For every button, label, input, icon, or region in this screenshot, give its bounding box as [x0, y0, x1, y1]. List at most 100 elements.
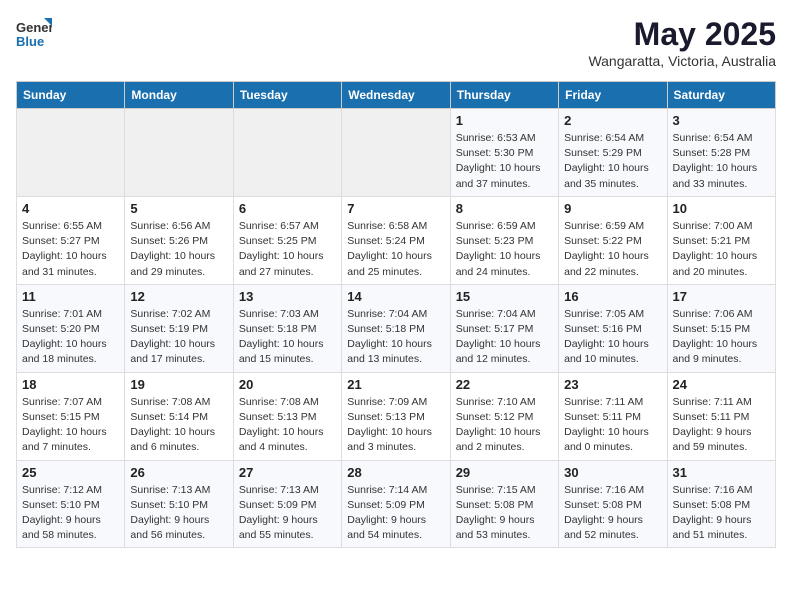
- day-info: Sunrise: 7:11 AM Sunset: 5:11 PM Dayligh…: [673, 395, 770, 456]
- weekday-header: Wednesday: [342, 82, 450, 109]
- day-number: 31: [673, 465, 770, 480]
- weekday-header: Monday: [125, 82, 233, 109]
- day-info: Sunrise: 6:59 AM Sunset: 5:23 PM Dayligh…: [456, 219, 553, 280]
- day-number: 12: [130, 289, 227, 304]
- calendar-cell: 29 Sunrise: 7:15 AM Sunset: 5:08 PM Dayli…: [450, 460, 558, 548]
- weekday-header: Saturday: [667, 82, 775, 109]
- header-row: SundayMondayTuesdayWednesdayThursdayFrid…: [17, 82, 776, 109]
- day-number: 24: [673, 377, 770, 392]
- calendar-cell: 3 Sunrise: 6:54 AM Sunset: 5:28 PM Daylig…: [667, 109, 775, 197]
- weekday-header: Friday: [559, 82, 667, 109]
- calendar-cell: 30 Sunrise: 7:16 AM Sunset: 5:08 PM Dayli…: [559, 460, 667, 548]
- day-info: Sunrise: 7:00 AM Sunset: 5:21 PM Dayligh…: [673, 219, 770, 280]
- day-info: Sunrise: 6:54 AM Sunset: 5:28 PM Dayligh…: [673, 131, 770, 192]
- calendar-cell: [233, 109, 341, 197]
- calendar-cell: 19Sunrise: 7:08 AM Sunset: 5:14 PM Dayli…: [125, 372, 233, 460]
- subtitle: Wangaratta, Victoria, Australia: [588, 53, 776, 69]
- day-info: Sunrise: 7:02 AM Sunset: 5:19 PM Dayligh…: [130, 307, 227, 368]
- calendar-cell: 13 Sunrise: 7:03 AM Sunset: 5:18 PM Dayli…: [233, 284, 341, 372]
- day-number: 30: [564, 465, 661, 480]
- calendar-cell: [17, 109, 125, 197]
- day-info: Sunrise: 6:59 AM Sunset: 5:22 PM Dayligh…: [564, 219, 661, 280]
- calendar-cell: 11 Sunrise: 7:01 AM Sunset: 5:20 PM Dayli…: [17, 284, 125, 372]
- day-number: 9: [564, 201, 661, 216]
- day-number: 29: [456, 465, 553, 480]
- day-info: Sunrise: 7:15 AM Sunset: 5:08 PM Dayligh…: [456, 483, 553, 544]
- calendar-cell: 15 Sunrise: 7:04 AM Sunset: 5:17 PM Dayli…: [450, 284, 558, 372]
- day-number: 13: [239, 289, 336, 304]
- calendar-cell: 25 Sunrise: 7:12 AM Sunset: 5:10 PM Dayli…: [17, 460, 125, 548]
- day-number: 14: [347, 289, 444, 304]
- day-number: 7: [347, 201, 444, 216]
- title-area: May 2025 Wangaratta, Victoria, Australia: [588, 16, 776, 69]
- day-number: 26: [130, 465, 227, 480]
- day-info: Sunrise: 7:09 AM Sunset: 5:13 PM Dayligh…: [347, 395, 444, 456]
- day-number: 15: [456, 289, 553, 304]
- calendar-cell: 4 Sunrise: 6:55 AM Sunset: 5:27 PM Daylig…: [17, 196, 125, 284]
- day-info: Sunrise: 7:03 AM Sunset: 5:18 PM Dayligh…: [239, 307, 336, 368]
- main-title: May 2025: [588, 16, 776, 53]
- calendar-cell: 1Sunrise: 6:53 AM Sunset: 5:30 PM Daylig…: [450, 109, 558, 197]
- day-number: 8: [456, 201, 553, 216]
- day-number: 16: [564, 289, 661, 304]
- day-info: Sunrise: 7:08 AM Sunset: 5:13 PM Dayligh…: [239, 395, 336, 456]
- day-info: Sunrise: 7:11 AM Sunset: 5:11 PM Dayligh…: [564, 395, 661, 456]
- day-number: 27: [239, 465, 336, 480]
- calendar-week-row: 1Sunrise: 6:53 AM Sunset: 5:30 PM Daylig…: [17, 109, 776, 197]
- day-number: 21: [347, 377, 444, 392]
- day-info: Sunrise: 7:13 AM Sunset: 5:10 PM Dayligh…: [130, 483, 227, 544]
- logo: General Blue: [16, 16, 52, 52]
- calendar-cell: 14 Sunrise: 7:04 AM Sunset: 5:18 PM Dayli…: [342, 284, 450, 372]
- day-number: 5: [130, 201, 227, 216]
- calendar-cell: 16 Sunrise: 7:05 AM Sunset: 5:16 PM Dayli…: [559, 284, 667, 372]
- calendar-cell: 9 Sunrise: 6:59 AM Sunset: 5:22 PM Daylig…: [559, 196, 667, 284]
- day-info: Sunrise: 6:57 AM Sunset: 5:25 PM Dayligh…: [239, 219, 336, 280]
- day-number: 28: [347, 465, 444, 480]
- weekday-header: Thursday: [450, 82, 558, 109]
- day-info: Sunrise: 6:58 AM Sunset: 5:24 PM Dayligh…: [347, 219, 444, 280]
- day-info: Sunrise: 7:04 AM Sunset: 5:17 PM Dayligh…: [456, 307, 553, 368]
- svg-text:General: General: [16, 20, 52, 35]
- weekday-header: Sunday: [17, 82, 125, 109]
- calendar-cell: 18 Sunrise: 7:07 AM Sunset: 5:15 PM Dayli…: [17, 372, 125, 460]
- day-info: Sunrise: 7:10 AM Sunset: 5:12 PM Dayligh…: [456, 395, 553, 456]
- day-number: 2: [564, 113, 661, 128]
- day-info: Sunrise: 7:01 AM Sunset: 5:20 PM Dayligh…: [22, 307, 119, 368]
- day-number: 18: [22, 377, 119, 392]
- calendar-cell: 6Sunrise: 6:57 AM Sunset: 5:25 PM Daylig…: [233, 196, 341, 284]
- day-info: Sunrise: 7:16 AM Sunset: 5:08 PM Dayligh…: [673, 483, 770, 544]
- calendar-cell: 7 Sunrise: 6:58 AM Sunset: 5:24 PM Daylig…: [342, 196, 450, 284]
- day-number: 3: [673, 113, 770, 128]
- calendar-cell: 21 Sunrise: 7:09 AM Sunset: 5:13 PM Dayli…: [342, 372, 450, 460]
- day-number: 20: [239, 377, 336, 392]
- day-number: 10: [673, 201, 770, 216]
- day-number: 4: [22, 201, 119, 216]
- calendar-table: SundayMondayTuesdayWednesdayThursdayFrid…: [16, 81, 776, 548]
- day-info: Sunrise: 7:05 AM Sunset: 5:16 PM Dayligh…: [564, 307, 661, 368]
- day-number: 11: [22, 289, 119, 304]
- weekday-header: Tuesday: [233, 82, 341, 109]
- calendar-cell: 27Sunrise: 7:13 AM Sunset: 5:09 PM Dayli…: [233, 460, 341, 548]
- day-info: Sunrise: 7:12 AM Sunset: 5:10 PM Dayligh…: [22, 483, 119, 544]
- day-info: Sunrise: 7:16 AM Sunset: 5:08 PM Dayligh…: [564, 483, 661, 544]
- svg-text:Blue: Blue: [16, 34, 44, 49]
- calendar-cell: 12 Sunrise: 7:02 AM Sunset: 5:19 PM Dayli…: [125, 284, 233, 372]
- calendar-week-row: 18 Sunrise: 7:07 AM Sunset: 5:15 PM Dayli…: [17, 372, 776, 460]
- calendar-week-row: 4 Sunrise: 6:55 AM Sunset: 5:27 PM Daylig…: [17, 196, 776, 284]
- day-info: Sunrise: 7:07 AM Sunset: 5:15 PM Dayligh…: [22, 395, 119, 456]
- day-info: Sunrise: 6:56 AM Sunset: 5:26 PM Dayligh…: [130, 219, 227, 280]
- day-info: Sunrise: 6:54 AM Sunset: 5:29 PM Dayligh…: [564, 131, 661, 192]
- page-header: General Blue May 2025 Wangaratta, Victor…: [16, 16, 776, 69]
- calendar-cell: 26 Sunrise: 7:13 AM Sunset: 5:10 PM Dayli…: [125, 460, 233, 548]
- day-info: Sunrise: 7:06 AM Sunset: 5:15 PM Dayligh…: [673, 307, 770, 368]
- day-number: 17: [673, 289, 770, 304]
- day-info: Sunrise: 6:53 AM Sunset: 5:30 PM Dayligh…: [456, 131, 553, 192]
- day-info: Sunrise: 6:55 AM Sunset: 5:27 PM Dayligh…: [22, 219, 119, 280]
- calendar-cell: 31 Sunrise: 7:16 AM Sunset: 5:08 PM Dayli…: [667, 460, 775, 548]
- calendar-cell: 17 Sunrise: 7:06 AM Sunset: 5:15 PM Dayli…: [667, 284, 775, 372]
- calendar-cell: 22Sunrise: 7:10 AM Sunset: 5:12 PM Dayli…: [450, 372, 558, 460]
- day-info: Sunrise: 7:04 AM Sunset: 5:18 PM Dayligh…: [347, 307, 444, 368]
- day-number: 25: [22, 465, 119, 480]
- calendar-cell: 2 Sunrise: 6:54 AM Sunset: 5:29 PM Daylig…: [559, 109, 667, 197]
- calendar-cell: [125, 109, 233, 197]
